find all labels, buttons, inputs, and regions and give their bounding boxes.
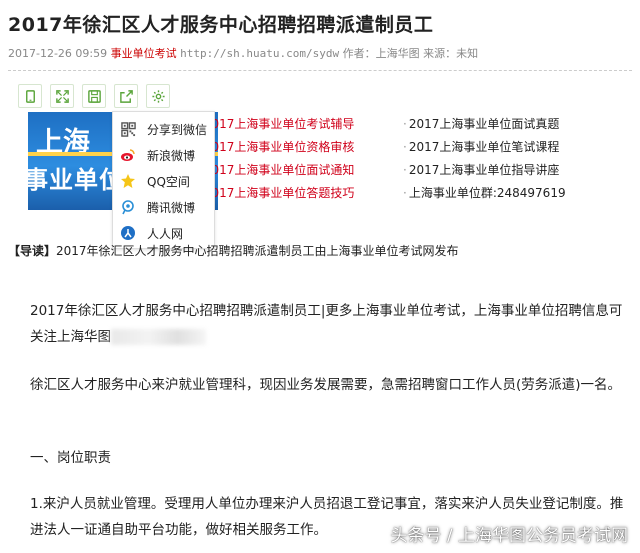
link-row: ·2017上海事业单位考试辅导 ·2017上海事业单位面试真题	[198, 112, 628, 135]
settings-icon	[151, 89, 165, 103]
tencent-weibo-icon	[119, 198, 137, 216]
share-menu: 分享到微信 新浪微博 QQ空间 腾讯微博 人人网	[112, 111, 215, 249]
article-toolbar	[18, 84, 170, 108]
page-title: 2017年徐汇区人才服务中心招聘招聘派遣制员工	[8, 14, 434, 36]
share-item-label: 分享到微信	[147, 122, 208, 137]
mobile-view-button[interactable]	[18, 84, 42, 108]
author-name: 上海华图	[375, 47, 420, 60]
link-row: ·2017上海事业单位资格审核 ·2017上海事业单位笔试课程	[198, 135, 628, 158]
source-value: 未知	[456, 47, 479, 60]
article-meta: 2017-12-26 09:59 事业单位考试 http://sh.huatu.…	[8, 45, 478, 61]
weibo-icon	[119, 146, 137, 164]
related-link[interactable]: ·2017上海事业单位考试辅导	[198, 115, 403, 132]
article-lead: 【导读】2017年徐汇区人才服务中心招聘招聘派遣制员工由上海事业单位考试网发布	[8, 242, 459, 259]
phone-icon	[25, 89, 35, 103]
share-weibo[interactable]: 新浪微博	[119, 142, 214, 168]
related-link[interactable]: ·2017上海事业单位资格审核	[198, 138, 403, 155]
category-url[interactable]: http://sh.huatu.com/sydw	[180, 47, 339, 60]
related-link[interactable]: ·2017上海事业单位面试通知	[198, 161, 403, 178]
body-paragraph-1: 2017年徐汇区人才服务中心招聘招聘派遣制员工|更多上海事业单位考试，上海事业单…	[30, 303, 623, 345]
related-link[interactable]: ·2017上海事业单位答题技巧	[198, 184, 403, 201]
lead-tag: 【导读】	[8, 244, 57, 258]
export-icon	[119, 89, 133, 103]
article-datetime: 2017-12-26 09:59	[8, 47, 108, 60]
header-divider	[8, 70, 632, 71]
qr-code-icon	[119, 120, 137, 138]
share-item-label: 新浪微博	[147, 148, 196, 163]
related-links: ·2017上海事业单位考试辅导 ·2017上海事业单位面试真题 ·2017上海事…	[198, 112, 628, 204]
related-link[interactable]: · 2017上海事业单位笔试课程	[403, 138, 559, 155]
section-heading: 一、岗位职责	[30, 450, 111, 466]
export-button[interactable]	[114, 84, 138, 108]
fullscreen-icon	[55, 89, 69, 103]
renren-icon	[119, 224, 137, 242]
qzone-star-icon	[119, 172, 137, 190]
category-link[interactable]: 事业单位考试	[111, 47, 177, 60]
share-item-label: 人人网	[147, 226, 184, 241]
lead-text: 2017年徐汇区人才服务中心招聘招聘派遣制员工由上海事业单位考试网发布	[56, 244, 459, 258]
related-link[interactable]: · 2017上海事业单位面试真题	[403, 115, 559, 132]
fullscreen-button[interactable]	[50, 84, 74, 108]
related-link[interactable]: · 2017上海事业单位指导讲座	[403, 161, 559, 178]
share-qzone[interactable]: QQ空间	[119, 168, 214, 194]
author-label: 作者：	[342, 47, 376, 60]
settings-button[interactable]	[146, 84, 170, 108]
save-icon	[87, 89, 101, 103]
link-row: ·2017上海事业单位面试通知 ·2017上海事业单位指导讲座	[198, 158, 628, 181]
link-row: ·2017上海事业单位答题技巧 ·上海事业单位群:248497619	[198, 181, 628, 204]
share-item-label: 腾讯微博	[147, 200, 196, 215]
related-link[interactable]: · 上海事业单位群:248497619	[403, 184, 566, 201]
blurred-region	[111, 329, 206, 345]
share-tencent-weibo[interactable]: 腾讯微博	[119, 194, 214, 220]
body-paragraph-2: 徐汇区人才服务中心来沪就业管理科，现因业务发展需要，急需招聘窗口工作人员(劳务派…	[30, 377, 622, 393]
save-button[interactable]	[82, 84, 106, 108]
share-wechat[interactable]: 分享到微信	[119, 116, 214, 142]
source-label: 来源：	[423, 47, 457, 60]
share-item-label: QQ空间	[147, 174, 190, 189]
watermark: 头条号 / 上海华图公务员考试网	[390, 526, 628, 546]
